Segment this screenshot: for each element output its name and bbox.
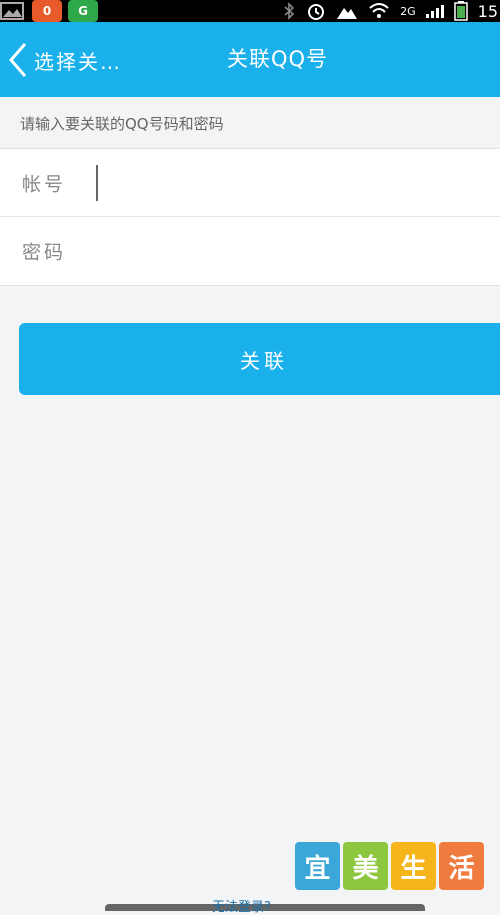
bluetooth-icon — [284, 2, 295, 20]
status-bar: 0 G 2G 15 — [0, 0, 500, 22]
watermark-tile: 生 — [391, 842, 436, 890]
watermark-tile: 宜 — [295, 842, 340, 890]
app-icon-green: G — [68, 0, 98, 22]
account-row: 帐号 — [0, 149, 500, 217]
account-input[interactable] — [96, 165, 486, 201]
cannot-login-link[interactable]: 无法登录? — [212, 896, 271, 915]
alarm-icon — [308, 4, 325, 20]
signal-mountain-icon — [337, 8, 358, 19]
password-input[interactable] — [96, 233, 484, 269]
watermark-logo: 宜 美 生 活 — [292, 842, 484, 890]
instruction-text: 请输入要关联的QQ号码和密码 — [20, 115, 224, 133]
link-button[interactable]: 关联 — [19, 323, 500, 395]
signal-bars-icon — [425, 5, 444, 18]
app-icon-orange: 0 — [32, 0, 62, 22]
login-form: 帐号 密码 — [0, 148, 500, 286]
network-type: 2G — [400, 4, 416, 18]
page-title: 关联QQ号 — [226, 47, 329, 71]
wifi-icon — [369, 3, 389, 18]
watermark-tile: 活 — [439, 842, 484, 890]
password-label: 密码 — [22, 241, 67, 263]
account-label: 帐号 — [22, 173, 67, 195]
battery-icon — [453, 1, 468, 21]
watermark-tile: 美 — [343, 842, 388, 890]
link-button-label: 关联 — [240, 348, 288, 373]
clock-time: 15 — [477, 1, 498, 21]
navigation-bar: 选择关… 关联QQ号 — [0, 22, 500, 97]
password-row: 密码 — [0, 217, 500, 284]
gallery-icon — [0, 2, 24, 20]
